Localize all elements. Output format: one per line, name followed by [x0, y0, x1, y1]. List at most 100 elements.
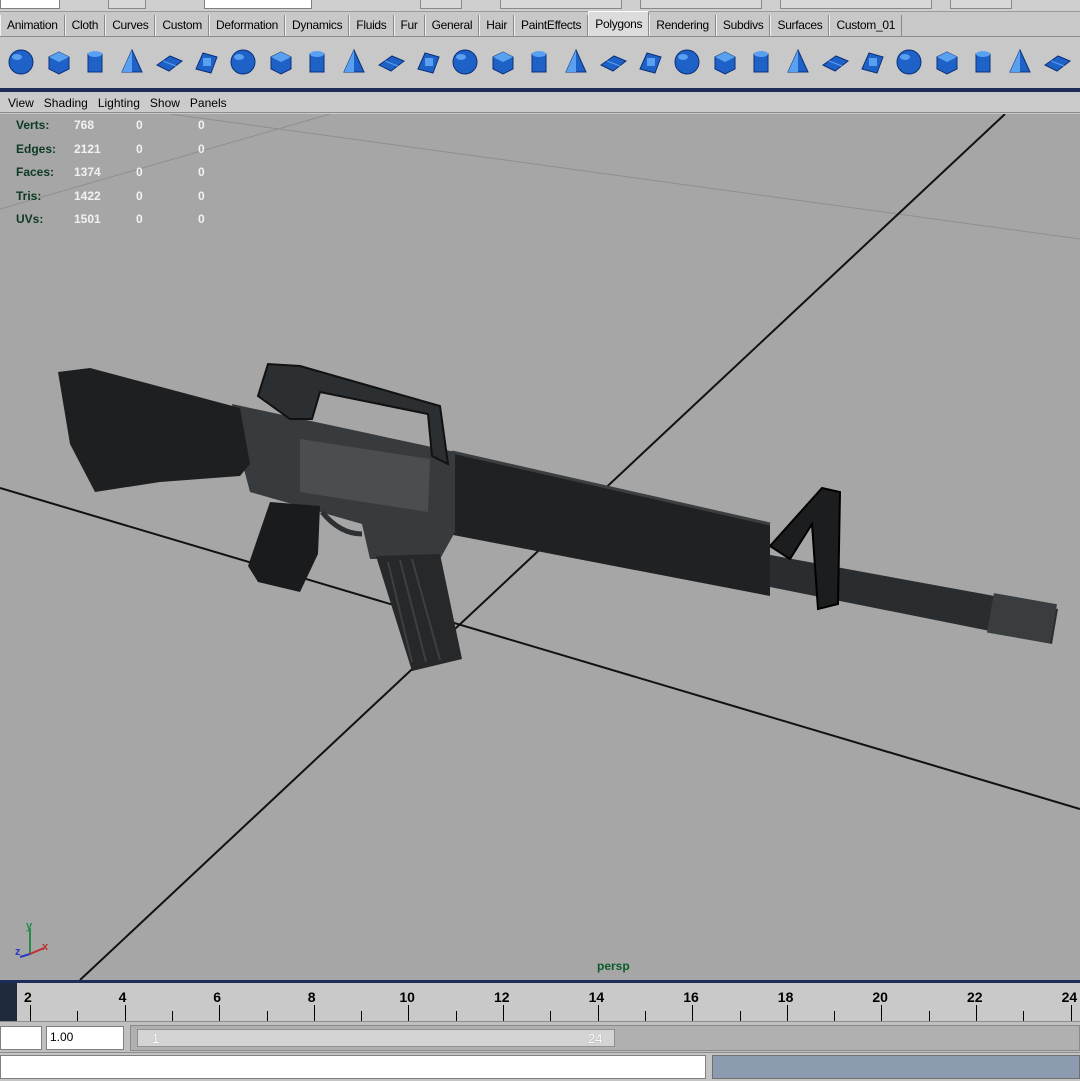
- duplicate-face-icon[interactable]: [559, 45, 593, 79]
- menu-show[interactable]: Show: [145, 96, 185, 110]
- collapse-icon[interactable]: [670, 45, 704, 79]
- menu-panels[interactable]: Panels: [185, 96, 232, 110]
- perspective-viewport[interactable]: Verts: 768 0 0 Edges: 2121 0 0 Faces: 13…: [0, 114, 1080, 980]
- timeline-tick: [77, 1011, 79, 1021]
- tab-general[interactable]: General: [424, 15, 480, 36]
- timeline-tick-label: 14: [588, 989, 605, 1005]
- status-button[interactable]: [420, 0, 462, 9]
- hud-label: UVs:: [16, 212, 44, 226]
- tab-hair[interactable]: Hair: [479, 15, 515, 36]
- tab-fluids[interactable]: Fluids: [349, 15, 394, 36]
- tab-painteffects[interactable]: PaintEffects: [514, 15, 589, 36]
- planar-mapping-icon[interactable]: [929, 45, 963, 79]
- poly-plane-icon[interactable]: [152, 45, 186, 79]
- hud-label: Edges:: [16, 141, 57, 156]
- tab-animation[interactable]: Animation: [0, 15, 65, 36]
- tab-cloth[interactable]: Cloth: [64, 15, 106, 36]
- status-button[interactable]: [950, 0, 1012, 9]
- cylindrical-mapping-icon[interactable]: [966, 45, 1000, 79]
- timeline-tick: [644, 1011, 646, 1021]
- tab-dynamics[interactable]: Dynamics: [285, 15, 350, 36]
- rifle-model[interactable]: [58, 362, 1058, 671]
- timeline-tick-label: 2: [24, 989, 32, 1005]
- menu-view[interactable]: View: [3, 96, 39, 110]
- start-time-field[interactable]: [0, 1026, 42, 1050]
- command-line-input[interactable]: [0, 1055, 706, 1079]
- camera-name-label: persp: [597, 959, 630, 973]
- tab-polygons[interactable]: Polygons: [588, 11, 650, 36]
- tab-rendering[interactable]: Rendering: [649, 15, 716, 36]
- quadrangulate-icon[interactable]: [892, 45, 926, 79]
- poly-cone-icon[interactable]: [115, 45, 149, 79]
- timeline-tick: [266, 1011, 268, 1021]
- cut-faces-icon[interactable]: [781, 45, 815, 79]
- status-button[interactable]: [780, 0, 932, 9]
- poly-cube-icon[interactable]: [41, 45, 75, 79]
- tab-deformation[interactable]: Deformation: [208, 15, 286, 36]
- separate-icon[interactable]: [263, 45, 297, 79]
- timeline-tick: [408, 1005, 410, 1021]
- timeline-tick-label: 6: [213, 989, 221, 1005]
- extrude-face-icon[interactable]: [448, 45, 482, 79]
- poly-torus-icon[interactable]: [189, 45, 223, 79]
- status-line: [0, 0, 1080, 12]
- extract-icon[interactable]: [300, 45, 334, 79]
- tab-fur[interactable]: Fur: [393, 15, 425, 36]
- bevel-icon[interactable]: [596, 45, 630, 79]
- range-slider-bar[interactable]: 1 24: [137, 1029, 615, 1047]
- hud-row-faces: Faces: 1374 0 0: [16, 165, 228, 189]
- name-field[interactable]: [204, 0, 312, 9]
- range-slider[interactable]: 1 24: [130, 1025, 1080, 1051]
- timeline-tick: [786, 1005, 788, 1021]
- menu-set-field[interactable]: [0, 0, 60, 9]
- status-button[interactable]: [500, 0, 622, 9]
- hud-row-uvs: UVs: 1501 0 0: [16, 212, 228, 236]
- poly-sphere-icon[interactable]: [4, 45, 38, 79]
- average-vertices-icon[interactable]: [411, 45, 445, 79]
- timeline-tick-label: 12: [494, 989, 510, 1005]
- timeline-tick-label: 22: [967, 989, 983, 1005]
- poly-combine-icon[interactable]: [226, 45, 260, 79]
- timeline-tick: [313, 1005, 315, 1021]
- status-button[interactable]: [640, 0, 762, 9]
- tab-curves[interactable]: Curves: [105, 15, 156, 36]
- triangulate-icon[interactable]: [855, 45, 889, 79]
- hud-value: 1374: [74, 165, 101, 179]
- tab-custom[interactable]: Custom: [155, 15, 209, 36]
- split-polygon-icon[interactable]: [485, 45, 519, 79]
- shelf-divider: [0, 88, 1080, 92]
- poly-count-hud: Verts: 768 0 0 Edges: 2121 0 0 Faces: 13…: [16, 118, 228, 236]
- poly-cylinder-icon[interactable]: [78, 45, 112, 79]
- hud-selected-value: 0: [136, 212, 143, 226]
- wedge-face-icon[interactable]: [522, 45, 556, 79]
- boolean-icon[interactable]: [337, 45, 371, 79]
- time-slider[interactable]: 2 4 6 8 10 12 14 16 18 20 22 24: [0, 983, 1080, 1021]
- tab-surfaces[interactable]: Surfaces: [770, 15, 830, 36]
- timeline-tick: [171, 1011, 173, 1021]
- spherical-mapping-icon[interactable]: [1003, 45, 1037, 79]
- tab-custom-01[interactable]: Custom_01: [829, 15, 903, 36]
- timeline-tick-label: 20: [872, 989, 888, 1005]
- command-line-row: [0, 1052, 1080, 1081]
- subdivide-icon[interactable]: [818, 45, 852, 79]
- tab-subdivs[interactable]: Subdivs: [715, 15, 771, 36]
- fill-hole-icon[interactable]: [744, 45, 778, 79]
- status-button[interactable]: [108, 0, 146, 9]
- range-end-label: 24: [588, 1031, 603, 1046]
- hud-value: 2121: [74, 141, 101, 156]
- smooth-icon[interactable]: [374, 45, 408, 79]
- timeline-tick: [1023, 1011, 1025, 1021]
- append-polygon-icon[interactable]: [707, 45, 741, 79]
- menu-lighting[interactable]: Lighting: [93, 96, 145, 110]
- hud-selected-value: 0: [136, 165, 143, 179]
- timeline-tick-label: 18: [777, 989, 794, 1005]
- current-time-field[interactable]: 1.00: [46, 1026, 124, 1050]
- merge-vertices-icon[interactable]: [633, 45, 667, 79]
- hud-selected-value: 0: [198, 141, 205, 156]
- menu-shading[interactable]: Shading: [39, 96, 93, 110]
- automatic-mapping-icon[interactable]: [1040, 45, 1074, 79]
- timeline-tick: [739, 1011, 741, 1021]
- current-time-marker[interactable]: [0, 983, 17, 1021]
- timeline-tick: [881, 1005, 883, 1021]
- axis-y-label: y: [26, 920, 33, 932]
